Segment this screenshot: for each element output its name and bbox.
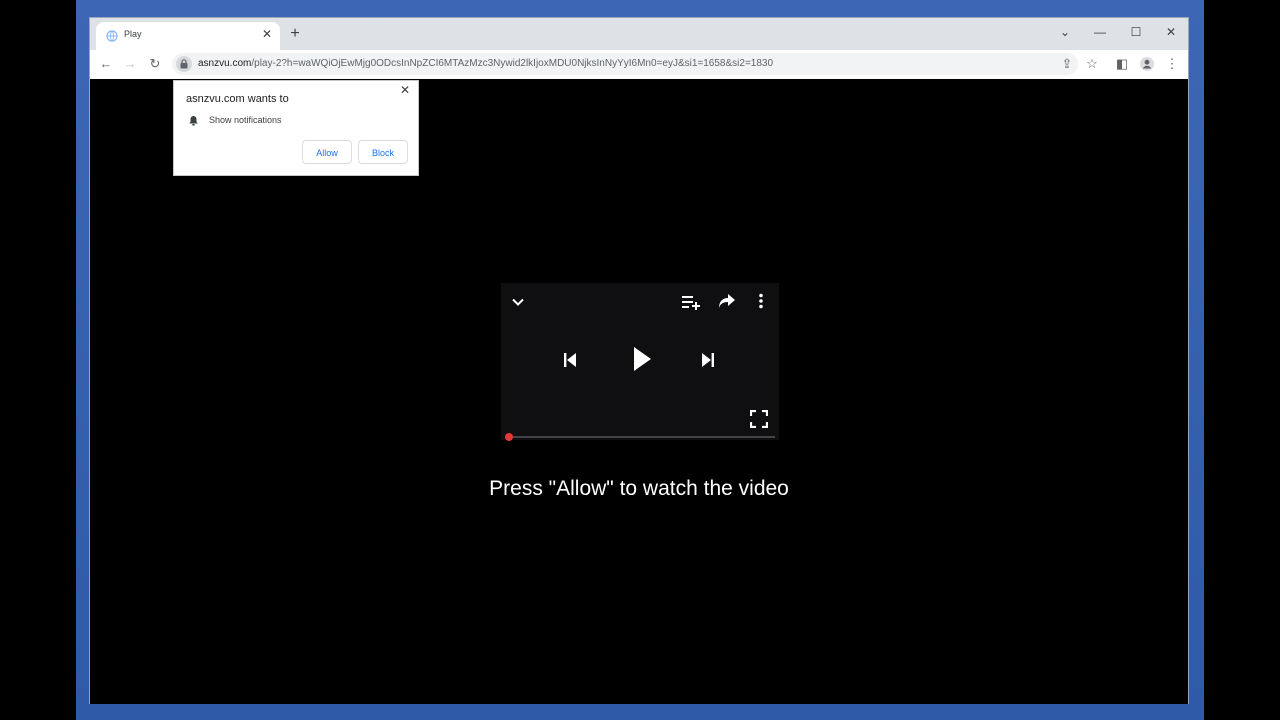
fullscreen-icon[interactable] — [750, 410, 768, 428]
toolbar: ← → ↻ asnzvu.com/play-2?h=waWQiOjEwMjg0O… — [90, 50, 1188, 80]
notification-permission-popup: asnzvu.com wants to ✕ Show notifications… — [173, 80, 419, 176]
minimize-icon[interactable]: — — [1086, 22, 1114, 42]
url-text[interactable]: asnzvu.com/play-2?h=waWQiOjEwMjg0ODcsInN… — [198, 58, 773, 69]
popup-permission-text: Show notifications — [209, 115, 282, 125]
reload-icon[interactable]: ↻ — [146, 55, 164, 73]
tab-title: Play — [124, 29, 142, 39]
forward-arrow-icon[interactable]: → — [121, 55, 139, 73]
block-button[interactable]: Block — [358, 140, 408, 164]
tab-close-icon[interactable]: ✕ — [260, 27, 274, 41]
video-player[interactable] — [501, 283, 779, 441]
menu-kebab-icon[interactable]: ⋮ — [1163, 55, 1181, 73]
bookmark-star-icon[interactable]: ☆ — [1083, 55, 1101, 73]
chevron-down-icon[interactable] — [511, 295, 525, 309]
back-arrow-icon[interactable]: ← — [97, 55, 115, 73]
browser-window: Play ✕ + ⌄ — ☐ ✕ ← → ↻ asnzvu.com/play-2… — [89, 17, 1189, 704]
page-caption: Press "Allow" to watch the video — [489, 477, 789, 500]
tab-search-chevron-icon[interactable]: ⌄ — [1051, 22, 1079, 42]
close-window-icon[interactable]: ✕ — [1157, 22, 1185, 42]
globe-icon — [106, 30, 118, 42]
maximize-icon[interactable]: ☐ — [1122, 22, 1150, 42]
side-panel-icon[interactable]: ◧ — [1113, 55, 1131, 73]
progress-handle[interactable] — [505, 433, 513, 441]
play-icon[interactable] — [632, 346, 652, 372]
popup-close-icon[interactable]: ✕ — [398, 83, 412, 97]
tab-play[interactable]: Play ✕ — [96, 22, 280, 50]
share-icon[interactable]: ⇪ — [1058, 55, 1076, 73]
previous-track-icon[interactable] — [563, 352, 577, 368]
more-options-icon[interactable] — [758, 293, 764, 309]
next-track-icon[interactable] — [701, 352, 715, 368]
tab-strip: Play ✕ + ⌄ — ☐ ✕ — [90, 18, 1188, 50]
allow-button[interactable]: Allow — [302, 140, 352, 164]
popup-title: asnzvu.com wants to — [186, 93, 289, 105]
lock-icon[interactable] — [176, 56, 192, 72]
progress-track[interactable] — [505, 436, 775, 438]
profile-avatar-icon[interactable] — [1138, 55, 1156, 73]
new-tab-icon[interactable]: + — [286, 25, 304, 43]
address-bar[interactable]: asnzvu.com/play-2?h=waWQiOjEwMjg0ODcsInN… — [172, 53, 1078, 75]
share-arrow-icon[interactable] — [718, 293, 736, 309]
add-to-queue-icon[interactable] — [681, 294, 701, 310]
bell-icon — [189, 116, 198, 126]
